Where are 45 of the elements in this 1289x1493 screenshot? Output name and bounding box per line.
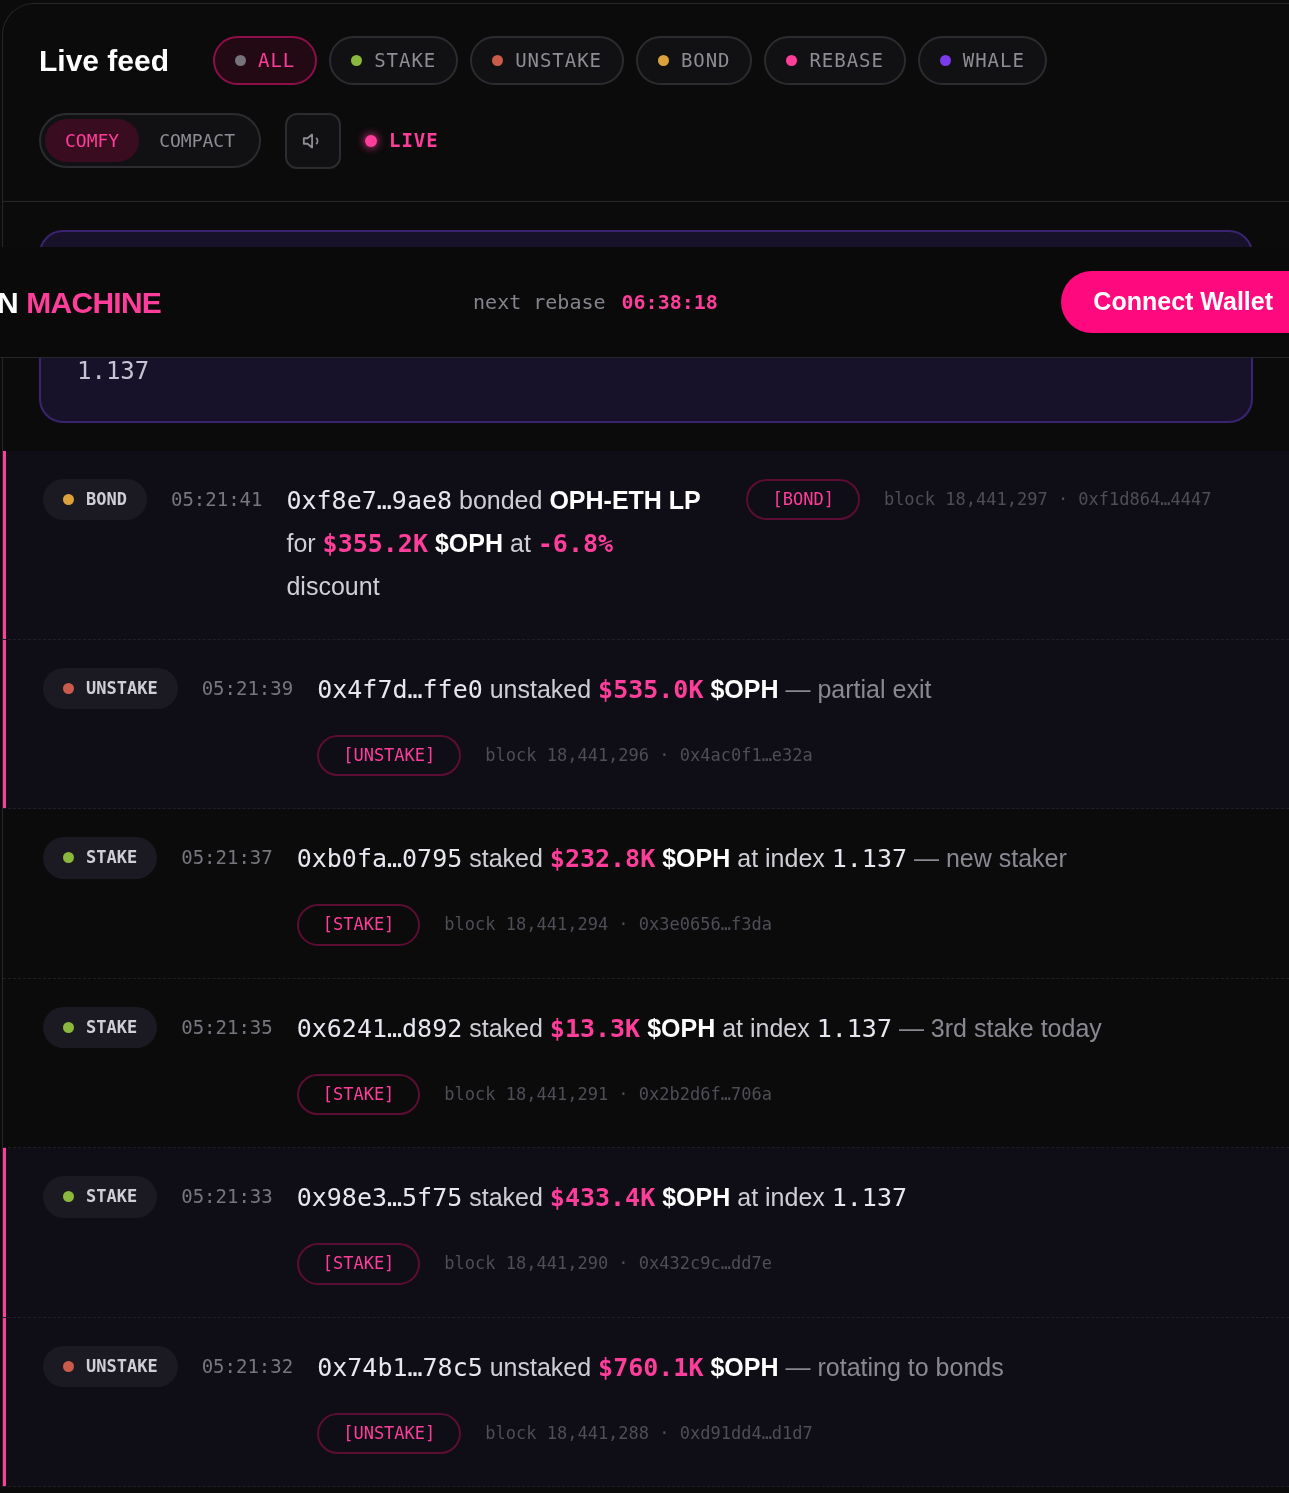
index-value: 1.137 <box>77 355 150 387</box>
block-info: block 18,441,288 · 0xd91dd4…d1d7 <box>485 1421 813 1445</box>
event-type-badge: STAKE <box>43 1176 158 1218</box>
event-message: 0x4f7d…ffe0 unstaked $535.0K $OPH — partial exit <box>317 673 932 706</box>
event-tag: [STAKE] <box>296 904 421 946</box>
event-type-badge: UNSTAKE <box>43 1345 178 1387</box>
filter-chip[interactable]: REBASE <box>764 36 906 85</box>
filter-chip[interactable]: WHALE <box>917 36 1047 85</box>
event-time: 05:21:41 <box>170 486 263 512</box>
density-option[interactable]: COMPACT <box>139 119 256 162</box>
event-type-badge: UNSTAKE <box>43 667 178 709</box>
block-info: block 18,441,290 · 0x432c9c…dd7e <box>444 1252 772 1275</box>
connect-wallet-button[interactable]: Connect Wallet <box>1061 271 1289 333</box>
event-tag: [UNSTAKE] <box>317 1412 462 1454</box>
event-time: 05:21:32 <box>201 1353 294 1379</box>
event-type-badge: STAKE <box>43 1006 158 1048</box>
event-tag: [UNSTAKE] <box>317 734 462 776</box>
event-message: 0x98e3…5f75 staked $433.4K $OPH at index 1.137 <box>296 1182 907 1214</box>
event-message: 0xb0fa…0795 staked $232.8K $OPH at index 1.137 — new staker <box>296 843 1067 875</box>
event-type-badge: STAKE <box>43 837 158 879</box>
event-message: 0xf8e7…9ae8 bonded OPH-ETH LP for $355.2K $OPH at -6.8% discount <box>286 484 702 602</box>
block-info: block 18,441,294 · 0x3e0656…f3da <box>444 913 772 936</box>
filter-chip[interactable]: BOND <box>635 36 753 85</box>
sound-button[interactable] <box>285 112 342 169</box>
event-type-badge: BOND <box>43 478 147 520</box>
event-tag: [BOND] <box>746 478 860 520</box>
density-option[interactable]: COMFY <box>45 119 140 162</box>
feed-title: Live feed <box>39 42 170 79</box>
block-info: block 18,441,296 · 0x4ac0f1…e32a <box>485 743 813 767</box>
filter-chip[interactable]: STAKE <box>329 36 459 85</box>
event-time: 05:21:33 <box>181 1184 273 1209</box>
event-message: 0x6241…d892 staked $13.3K $OPH at index 1.137 — 3rd stake today <box>296 1012 1102 1045</box>
block-info: block 18,441,291 · 0x2b2d6f…706a <box>444 1082 772 1106</box>
block-info: block 18,441,297 · 0xf1d864…4447 <box>883 487 1212 511</box>
filter-chip[interactable]: ALL <box>213 36 318 85</box>
event-time: 05:21:39 <box>201 675 294 701</box>
event-message: 0x74b1…78c5 unstaked $760.1K $OPH — rotating to bonds <box>317 1351 1004 1384</box>
event-time: 05:21:35 <box>181 1014 273 1040</box>
live-label: LIVE <box>389 128 439 154</box>
filter-chip[interactable]: UNSTAKE <box>470 36 624 85</box>
event-tag: [STAKE] <box>296 1243 421 1285</box>
event-time: 05:21:37 <box>181 845 273 870</box>
rebase-label: next rebase <box>473 289 606 316</box>
event-tag: [STAKE] <box>296 1073 421 1115</box>
rebase-countdown: 06:38:18 <box>621 289 718 316</box>
